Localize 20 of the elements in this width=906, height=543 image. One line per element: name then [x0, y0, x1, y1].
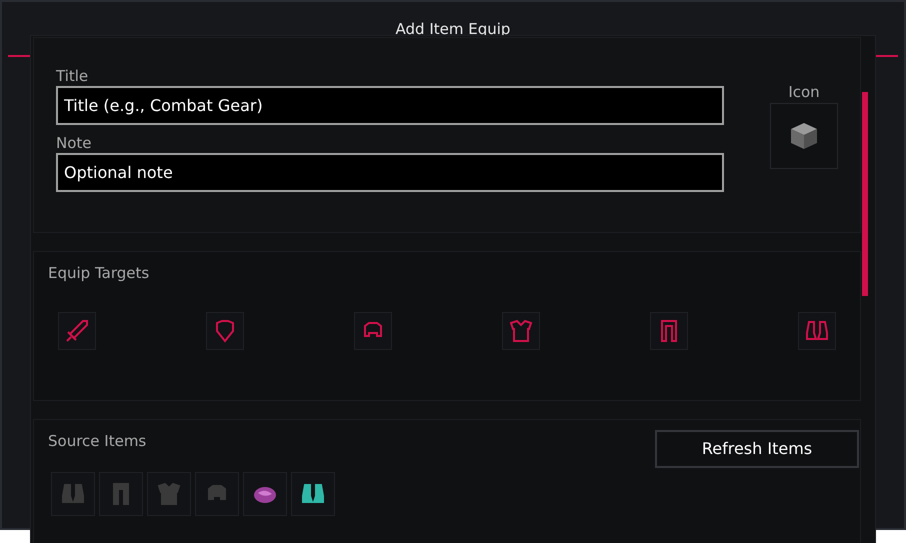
refresh-items-button[interactable]: Refresh Items — [655, 430, 859, 468]
stone-block-icon — [789, 121, 819, 151]
item-slot[interactable] — [243, 472, 287, 516]
scrollbar-thumb[interactable] — [862, 92, 868, 296]
equip-slot[interactable] — [206, 312, 244, 350]
item-slot[interactable] — [291, 472, 335, 516]
note-label: Note — [56, 133, 93, 153]
equip-slot[interactable] — [58, 312, 96, 350]
icon-label: Icon — [788, 82, 820, 102]
icon-picker[interactable] — [770, 103, 838, 169]
note-field[interactable]: Optional note — [56, 153, 724, 192]
equip-slot[interactable] — [650, 312, 688, 350]
equip-slot[interactable] — [798, 312, 836, 350]
title-field[interactable]: Title (e.g., Combat Gear) — [56, 86, 724, 125]
section-heading: Source Items — [48, 431, 146, 452]
title-label: Title — [56, 66, 90, 86]
equip-slot[interactable] — [502, 312, 540, 350]
equip-slot[interactable] — [354, 312, 392, 350]
window-title: Add Item Equip — [396, 19, 510, 40]
section-heading: Equip Targets — [48, 263, 150, 284]
